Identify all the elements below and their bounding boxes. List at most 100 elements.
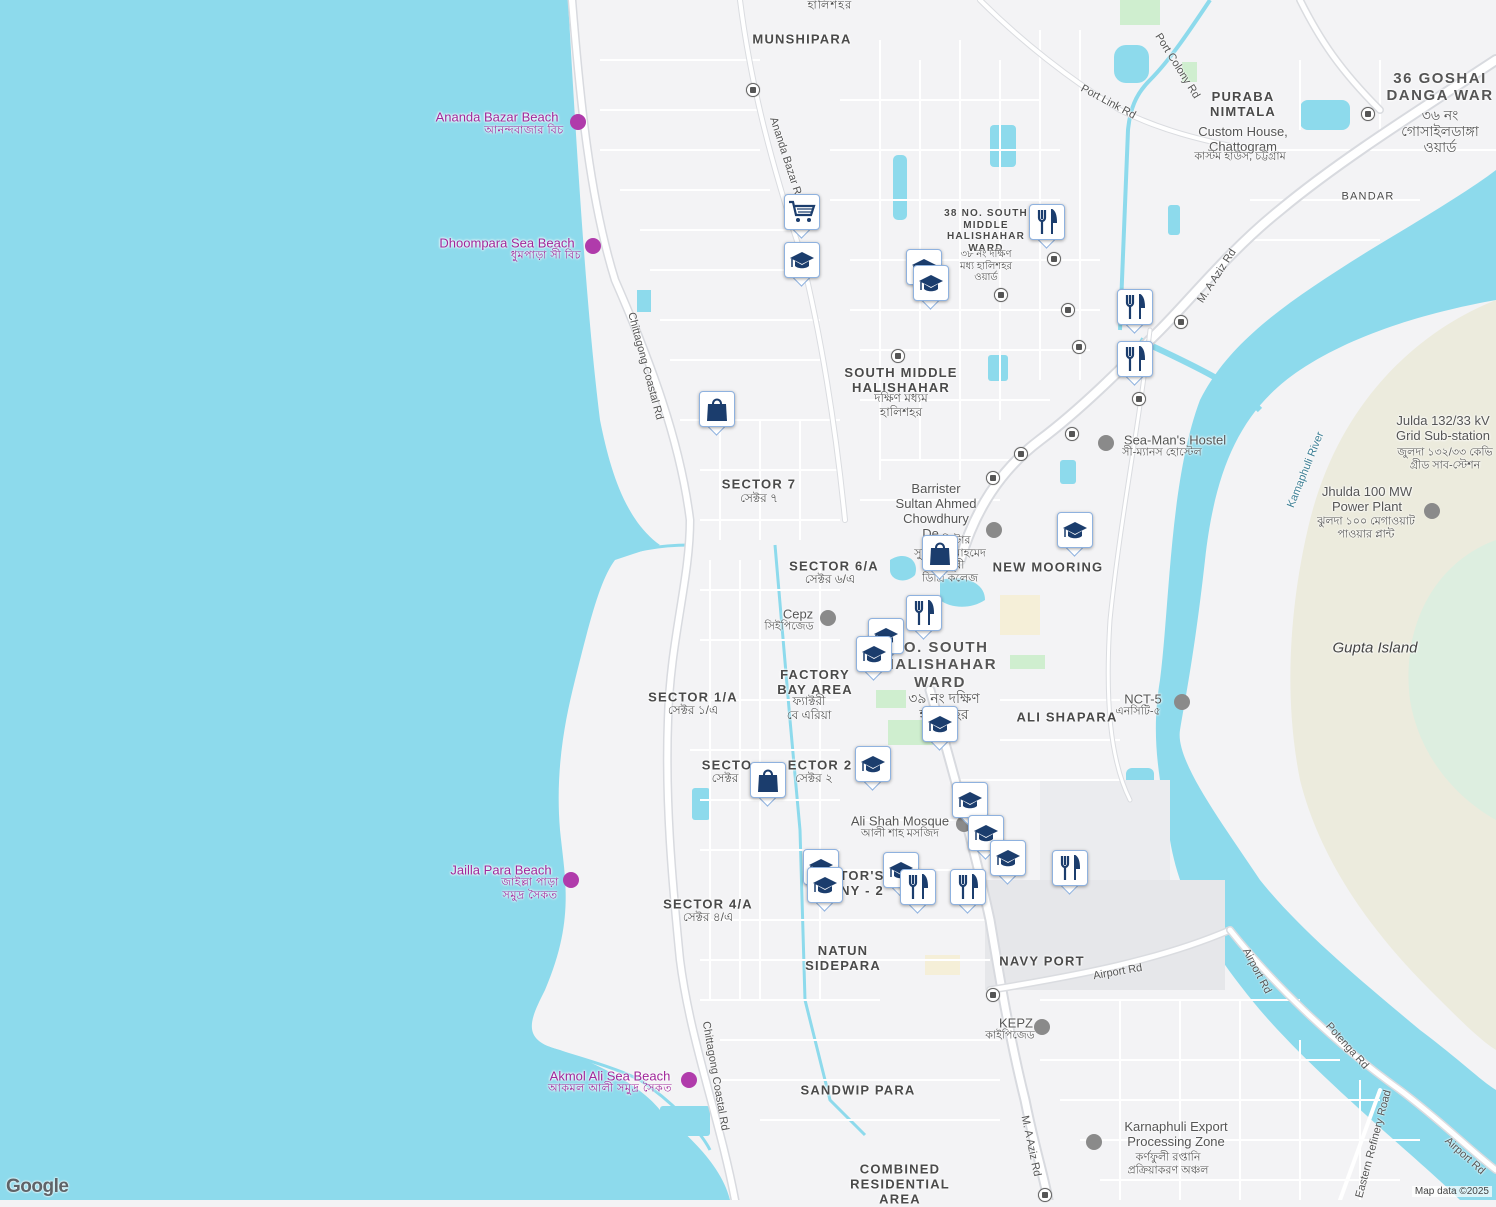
poi-jhulda-power-plant-bn: ঝুলদা ১০০ মেগাওয়াট পাওয়ার প্লান্ট xyxy=(1317,515,1415,540)
google-logo: Google xyxy=(6,1176,69,1197)
shopping-bag-icon xyxy=(758,769,778,792)
area-navy-port: NAVY PORT xyxy=(999,953,1085,969)
restaurant-marker[interactable] xyxy=(900,869,936,914)
fork-knife-icon xyxy=(1037,209,1058,234)
restaurant-marker[interactable] xyxy=(1029,204,1065,249)
seamans-hostel-icon[interactable] xyxy=(1098,435,1114,451)
area-sector1a-bn: সেক্টর ১/এ xyxy=(667,703,719,718)
poi-jhulda-power-plant[interactable]: Jhulda 100 MW Power Plant xyxy=(1322,484,1412,515)
bus-stop-icon[interactable] xyxy=(986,988,1000,1002)
nct5-icon[interactable] xyxy=(1174,694,1190,710)
area-colony: TOR'S NY - 2 xyxy=(839,868,885,898)
bus-stop-icon[interactable] xyxy=(1174,315,1188,329)
poi-seamans-hostel-bn: সী-ম্যানস হোস্টেল xyxy=(1122,446,1202,459)
college-icon[interactable] xyxy=(986,522,1002,538)
area-sector-left-bn: সেক্টর xyxy=(711,771,739,786)
bus-stop-icon[interactable] xyxy=(1072,340,1086,354)
area-bandar: BANDAR xyxy=(1341,190,1395,203)
area-south-middle-bn: দক্ষিণ মধ্যম হালিশহর xyxy=(874,391,928,419)
shopping-cart-marker[interactable] xyxy=(784,194,820,239)
school-marker[interactable] xyxy=(856,636,892,681)
bus-stop-icon[interactable] xyxy=(1361,107,1375,121)
shopping-bag-marker[interactable] xyxy=(699,391,735,436)
graduation-cap-icon xyxy=(813,877,837,894)
bus-stop-icon[interactable] xyxy=(1014,447,1028,461)
graduation-cap-icon xyxy=(1063,522,1087,539)
school-marker[interactable] xyxy=(1057,512,1093,557)
bus-stop-icon[interactable] xyxy=(1065,427,1079,441)
area-ali-shapara: ALI SHAPARA xyxy=(1016,709,1118,725)
poi-karnaphuli-epz[interactable]: Karnaphuli Export Processing Zone xyxy=(1124,1119,1227,1150)
dhoompara-beach-icon[interactable] xyxy=(585,238,601,254)
map-attribution[interactable]: Map data ©2025 xyxy=(1411,1186,1492,1197)
bus-stop-icon[interactable] xyxy=(1047,252,1061,266)
area-sandwip-para: SANDWIP PARA xyxy=(800,1082,916,1098)
poi-julda-substation[interactable]: Julda 132/33 kV Grid Sub-station xyxy=(1396,413,1490,444)
graduation-cap-icon xyxy=(919,275,943,292)
poi-cepz-bn: সিইপিজেড xyxy=(764,620,814,633)
school-marker[interactable] xyxy=(784,242,820,287)
area-ward38: 38 NO. SOUTH MIDDLE HALISHAHAR WARD xyxy=(944,208,1028,254)
graduation-cap-icon xyxy=(790,252,814,269)
fork-knife-icon xyxy=(914,600,935,625)
school-marker[interactable] xyxy=(990,840,1026,885)
cepz-icon[interactable] xyxy=(820,610,836,626)
area-top-cut: হালিশহর xyxy=(807,0,853,12)
school-marker[interactable] xyxy=(922,706,958,751)
power-plant-icon[interactable] xyxy=(1424,503,1440,519)
area-ward38-bn: ৩৮ নং দক্ষিণ মধ্য হালিশহর ওয়ার্ড xyxy=(960,248,1012,283)
restaurant-marker[interactable] xyxy=(1117,341,1153,386)
bus-stop-icon[interactable] xyxy=(1061,303,1075,317)
kepz-icon[interactable] xyxy=(1034,1019,1050,1035)
poi-kepz-bn: কাইপিজেড xyxy=(985,1029,1035,1042)
shopping-bag-marker[interactable] xyxy=(922,535,958,580)
poi-ali-shah-mosque-bn: আলী শাহ মসজিদ xyxy=(861,827,939,840)
bus-stop-icon[interactable] xyxy=(891,349,905,363)
poi-julda-substation-bn: জুলদা ১৩২/৩৩ কেভি গ্রীড সাব-স্টেশন xyxy=(1397,446,1493,471)
jailla-para-beach-icon[interactable] xyxy=(563,872,579,888)
gupta-island-label: Gupta Island xyxy=(1332,639,1418,657)
bus-stop-icon[interactable] xyxy=(994,288,1008,302)
graduation-cap-icon xyxy=(958,792,982,809)
fork-knife-icon xyxy=(1060,855,1081,880)
ananda-bazar-beach-icon[interactable] xyxy=(570,114,586,130)
area-new-mooring: NEW MOORING xyxy=(992,559,1104,575)
fork-knife-icon xyxy=(1125,346,1146,371)
shopping-bag-marker[interactable] xyxy=(750,762,786,807)
area-sector6a-bn: সেক্টর ৬/এ xyxy=(804,572,856,587)
restaurant-marker[interactable] xyxy=(906,595,942,640)
akmol-ali-beach-icon[interactable] xyxy=(681,1072,697,1088)
area-sector2-bn: সেক্টর ২ xyxy=(795,771,833,786)
bus-stop-icon[interactable] xyxy=(986,471,1000,485)
poi-custom-house-bn: কাস্টম হাউস, চট্টগ্রাম xyxy=(1194,150,1286,163)
area-sector7-bn: সেক্টর ৭ xyxy=(740,491,778,506)
beach-jailla-para-bn: জাইল্লা পাড়া সমুদ্র সৈকত xyxy=(501,876,559,901)
fork-knife-icon xyxy=(908,874,929,899)
area-munshipara: MUNSHIPARA xyxy=(752,31,852,47)
school-marker[interactable] xyxy=(855,746,891,791)
poi-barrister-college[interactable]: Barrister Sultan Ahmed Chowdhury De... xyxy=(896,481,977,542)
fork-knife-icon xyxy=(1125,294,1146,319)
karnaphuli-epz-icon[interactable] xyxy=(1086,1134,1102,1150)
school-marker[interactable] xyxy=(807,867,843,912)
beach-ananda-bazar[interactable]: Ananda Bazar Beach xyxy=(436,110,559,126)
area-sector4a-bn: সেক্টর ৪/এ xyxy=(682,910,734,925)
area-factory-bay-bn: ফ্যাক্টরী বে এরিয়া xyxy=(786,694,832,722)
restaurant-marker[interactable] xyxy=(1052,850,1088,895)
area-goshai-danga-bn: ৩৬ নং গোসাইলডাঙ্গা ওয়ার্ড xyxy=(1401,106,1479,156)
fork-knife-icon xyxy=(958,874,979,899)
beach-ananda-bazar-bn: আনন্দবাজার বিচ xyxy=(484,124,564,137)
restaurant-marker[interactable] xyxy=(950,869,986,914)
beach-dhoompara-bn: ধুমপাড়া সী বিচ xyxy=(510,249,582,262)
shopping-bag-icon xyxy=(707,398,727,421)
bus-stop-icon[interactable] xyxy=(746,83,760,97)
bus-stop-icon[interactable] xyxy=(1132,392,1146,406)
school-marker[interactable] xyxy=(913,265,949,310)
graduation-cap-icon xyxy=(862,646,886,663)
map-canvas[interactable] xyxy=(0,0,1496,1200)
area-puraba-nimtala: PURABA NIMTALA xyxy=(1210,89,1276,119)
area-goshai-danga: 36 GOSHAI DANGA WAR xyxy=(1386,69,1494,104)
area-combined-residential: COMBINED RESIDENTIAL AREA xyxy=(850,1161,950,1207)
restaurant-marker[interactable] xyxy=(1117,289,1153,334)
area-natun-sidepara: NATUN SIDEPARA xyxy=(805,943,881,973)
